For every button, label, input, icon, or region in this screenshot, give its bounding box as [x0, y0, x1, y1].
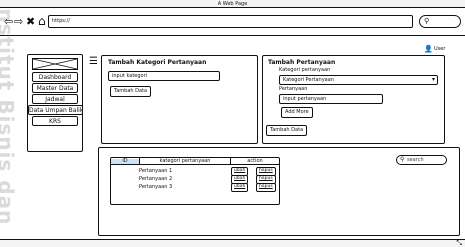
column-header-kategori: kategori pertanyaan: [159, 158, 211, 164]
table-search-input[interactable]: ⚲ search: [396, 155, 447, 165]
column-header-action: action: [247, 158, 263, 164]
user-label: User: [434, 46, 446, 52]
table-panel: ID kategori pertanyaan action Pertanyaan…: [98, 147, 460, 236]
table-row: Pertanyaan 1 ubah hapus: [111, 167, 279, 176]
add-more-button[interactable]: Add More: [281, 107, 313, 118]
button-label: ubah: [234, 184, 246, 189]
sidebar-item-master-data[interactable]: Master Data: [32, 83, 78, 93]
hamburger-menu-icon[interactable]: ☰: [89, 57, 98, 67]
sidebar-item-label: Dashboard: [38, 74, 72, 81]
button-label: hapus: [259, 176, 273, 181]
search-placeholder: search: [407, 157, 424, 163]
search-icon: ⚲: [424, 17, 430, 25]
pertanyaan-panel: Tambah Pertanyaan Kategori pertanyaan Ka…: [262, 55, 445, 144]
row-label: Pertanyaan 3: [139, 184, 173, 190]
back-arrow-icon[interactable]: ⇦: [4, 16, 13, 27]
sidebar-item-label: Jadwal: [45, 96, 65, 103]
window-title: A Web Page: [217, 1, 248, 7]
forward-arrow-icon[interactable]: ⇨: [14, 16, 23, 27]
sidebar-item-krs[interactable]: KRS: [32, 116, 78, 126]
button-label: Tambah Data: [114, 88, 148, 94]
url-text: https://: [52, 18, 70, 24]
delete-button[interactable]: hapus: [256, 183, 276, 192]
pertanyaan-label: Pertanyaan: [279, 86, 308, 92]
table-header: ID kategori pertanyaan action: [111, 158, 279, 165]
user-menu[interactable]: 👤 User: [424, 45, 460, 53]
watermark-text: Institut Bisnis dan: [0, 0, 18, 226]
pertanyaan-input-value: input pertanyaan: [283, 96, 327, 102]
button-label: hapus: [259, 168, 273, 173]
button-label: Add More: [285, 109, 309, 115]
close-icon[interactable]: ✖: [26, 16, 35, 27]
tambah-data-button[interactable]: Tambah Data: [266, 125, 308, 136]
button-label: hapus: [259, 184, 273, 189]
browser-titlebar: A Web Page: [0, 0, 465, 8]
pertanyaan-panel-title: Tambah Pertanyaan: [268, 59, 336, 66]
resize-grip-icon[interactable]: ⤡: [456, 240, 462, 247]
data-table: ID kategori pertanyaan action Pertanyaan…: [110, 157, 280, 205]
tambah-data-button[interactable]: Tambah Data: [110, 86, 152, 97]
column-header-id: ID: [111, 159, 139, 164]
search-icon: ⚲: [400, 156, 405, 163]
kategori-label: Kategori pertanyaan: [279, 67, 331, 73]
kategori-panel-title: Tambah Kategori Pertanyaan: [108, 59, 207, 66]
sidebar-item-dashboard[interactable]: Dashboard: [32, 72, 78, 82]
row-label: Pertanyaan 1: [139, 168, 173, 174]
chevron-down-icon: ▾: [431, 76, 435, 83]
sidebar: Dashboard Master Data Jadwal Data Umpan …: [27, 54, 83, 152]
sidebar-item-data-umpan-balik[interactable]: Data Umpan Balik: [28, 105, 83, 115]
kategori-panel: Tambah Kategori Pertanyaan input kategor…: [101, 55, 258, 144]
browser-toolbar: ⇦ ⇨ ✖ ⌂ https:// ⚲: [0, 8, 465, 36]
sidebar-item-label: Master Data: [36, 85, 74, 92]
user-icon: 👤: [424, 45, 433, 53]
kategori-input-value: input kategori: [112, 73, 148, 79]
kategori-select[interactable]: Kategori Pertanyaan ▾: [279, 75, 438, 85]
status-bar: ⤡: [0, 239, 465, 247]
button-label: ubah: [234, 168, 246, 173]
sidebar-item-label: Data Umpan Balik: [29, 107, 84, 114]
url-bar[interactable]: https://: [48, 15, 413, 28]
sidebar-item-label: KRS: [49, 118, 61, 125]
kategori-select-value: Kategori Pertanyaan: [283, 77, 334, 83]
kategori-input[interactable]: input kategori: [108, 71, 220, 81]
button-label: Tambah Data: [270, 127, 304, 133]
logo-placeholder-icon: [32, 58, 78, 70]
browser-search-field[interactable]: ⚲: [419, 15, 461, 28]
table-row: Pertanyaan 2 ubah hapus: [111, 175, 279, 184]
button-label: ubah: [234, 176, 246, 181]
pertanyaan-input[interactable]: input pertanyaan: [279, 94, 383, 104]
home-icon[interactable]: ⌂: [38, 15, 46, 27]
table-row: Pertanyaan 3 ubah hapus: [111, 183, 279, 192]
row-label: Pertanyaan 2: [139, 176, 173, 182]
edit-button[interactable]: ubah: [231, 183, 249, 192]
sidebar-item-jadwal[interactable]: Jadwal: [32, 94, 78, 104]
